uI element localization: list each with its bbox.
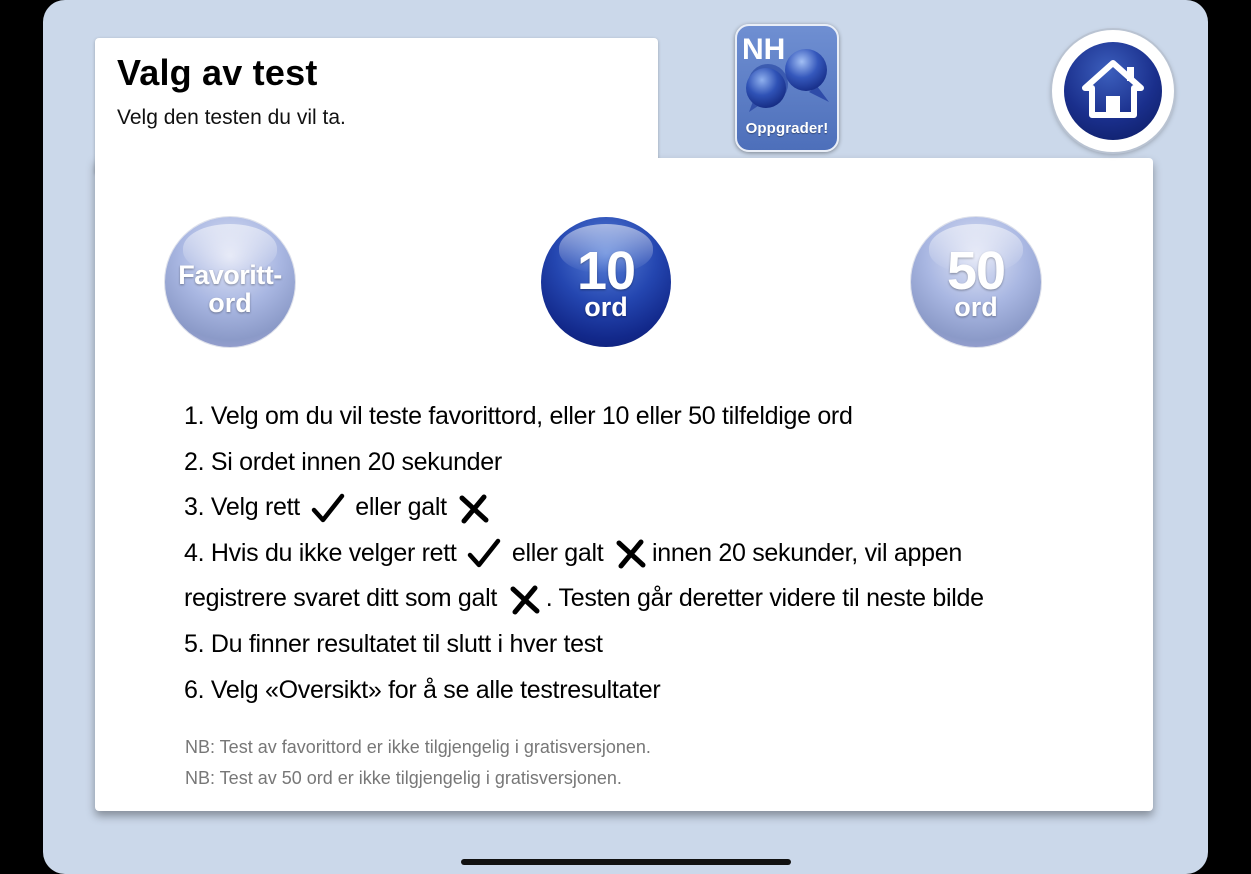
page-subtitle: Velg den testen du vil ta. (117, 106, 346, 129)
home-indicator[interactable] (461, 859, 791, 865)
fifty-unit: ord (954, 292, 998, 322)
ten-words-test-button[interactable]: 10 ord (541, 217, 671, 347)
cross-icon (459, 494, 489, 524)
cross-icon (616, 539, 646, 569)
instruction-step: 2. Si ordet innen 20 sekunder (184, 447, 502, 476)
cross-icon (510, 585, 540, 615)
page-title: Valg av test (117, 52, 318, 93)
checkmark-icon (311, 493, 344, 522)
ten-unit: ord (584, 292, 628, 322)
favorite-words-test-button[interactable]: Favoritt- ord (165, 217, 295, 347)
favorite-label-line2: ord (208, 288, 252, 318)
instruction-step: 4. Hvis du ikke velger rett eller galt i… (184, 535, 1064, 581)
upgrade-button[interactable]: NH Oppgrader! (735, 24, 839, 152)
notes: NB: Test av favorittord er ikke tilgjeng… (185, 732, 651, 794)
fifty-number: 50 (946, 241, 1006, 301)
ten-number: 10 (576, 241, 636, 301)
fifty-words-test-button[interactable]: 50 ord (911, 217, 1041, 347)
upgrade-label: Oppgrader! (745, 120, 829, 137)
home-button[interactable] (1052, 30, 1174, 152)
nh-logo: NH (742, 33, 785, 66)
note-fifty-unavailable: NB: Test av 50 ord er ikke tilgjengelig … (185, 768, 622, 788)
house-icon (1082, 60, 1144, 118)
instruction-step: 6. Velg «Oversikt» for å se alle testres… (184, 675, 661, 704)
instruction-step: 3. Velg rett eller galt (184, 489, 1064, 535)
instruction-step: 1. Velg om du vil teste favorittord, ell… (184, 402, 853, 430)
instruction-step-continued: registrere svaret ditt som galt . Testen… (184, 580, 1064, 626)
checkmark-icon (467, 538, 501, 568)
note-favorites-unavailable: NB: Test av favorittord er ikke tilgjeng… (185, 737, 651, 757)
favorite-label-line1: Favoritt- (178, 260, 282, 290)
instruction-list: 1. Velg om du vil teste favorittord, ell… (184, 398, 1064, 717)
instruction-step: 5. Du finner resultatet til slutt i hver… (184, 629, 603, 658)
